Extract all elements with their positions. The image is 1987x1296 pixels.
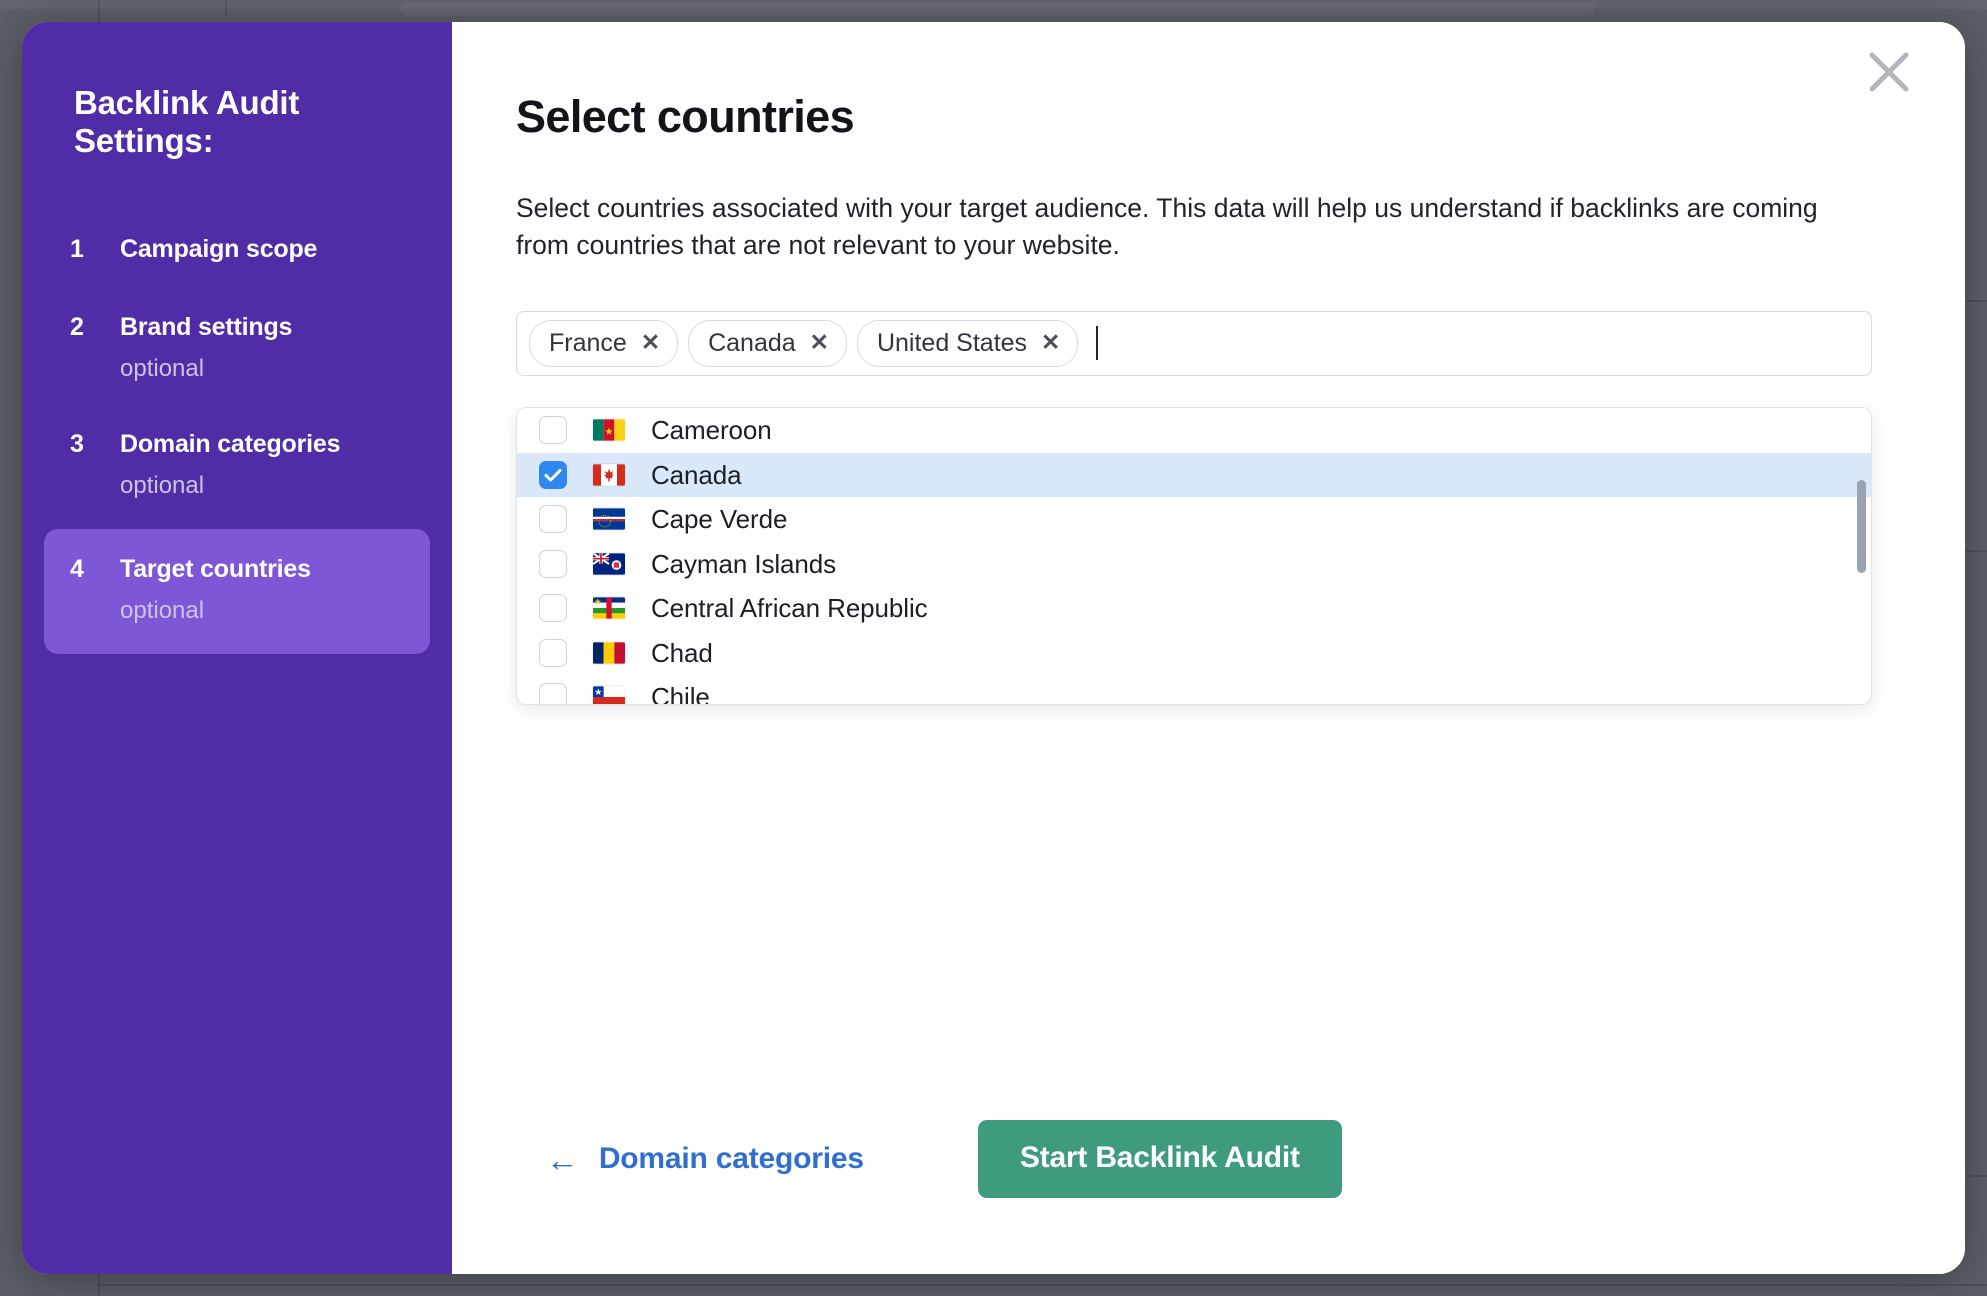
flag-icon-central-african-republic	[593, 597, 625, 619]
list-item-label: Cameroon	[651, 415, 772, 446]
backlink-audit-settings-modal: Backlink Audit Settings: 1 Campaign scop…	[22, 22, 1965, 1274]
list-item-label: Cayman Islands	[651, 548, 837, 579]
backdrop-ghost-divider-2	[225, 0, 227, 16]
list-item-label: Chile	[651, 682, 710, 704]
backdrop-ghost-search	[400, 2, 1595, 16]
tag-label: France	[549, 328, 627, 357]
close-icon[interactable]	[1861, 44, 1917, 100]
step-number: 2	[70, 312, 84, 341]
back-to-domain-categories-link[interactable]: ← Domain categories	[546, 1142, 864, 1176]
countries-tag-input[interactable]: France ✕ Canada ✕ United States ✕	[516, 310, 1872, 376]
sidebar-steps: 1 Campaign scope 2 Brand settings option…	[22, 219, 452, 654]
flag-icon-cayman-islands	[593, 552, 625, 575]
dropdown-scroll-area[interactable]: Cameroon Canada Cape Verde Cayman Island…	[517, 408, 1871, 704]
tag-label: Canada	[708, 328, 796, 357]
checkbox-icon[interactable]	[539, 638, 567, 667]
tag-remove-icon[interactable]: ✕	[641, 331, 660, 354]
modal-footer: ← Domain categories Start Backlink Audit	[516, 1120, 1872, 1198]
step-label: Campaign scope	[120, 234, 318, 263]
list-item[interactable]: Canada	[517, 452, 1871, 497]
flag-icon-chad	[593, 642, 625, 664]
list-item-label: Cape Verde	[651, 504, 788, 535]
checkbox-icon[interactable]	[539, 416, 567, 445]
main-content: Select countries Select countries associ…	[452, 22, 1965, 376]
list-item-label: Canada	[651, 459, 742, 490]
step-optional-badge: optional	[120, 471, 205, 499]
arrow-left-icon: ←	[546, 1140, 579, 1178]
step-number: 4	[70, 554, 84, 583]
list-item-label: Chad	[651, 637, 713, 668]
tag-chip[interactable]: United States ✕	[856, 319, 1079, 367]
list-item[interactable]: Cayman Islands	[517, 542, 1871, 587]
flag-icon-canada	[593, 464, 625, 486]
step-number: 3	[70, 429, 84, 458]
flag-icon-cape-verde	[593, 508, 625, 530]
list-item[interactable]: Central African Republic	[517, 586, 1871, 631]
tag-chip[interactable]: France ✕	[529, 319, 679, 367]
backdrop-ghost-bottomline	[98, 1284, 1987, 1286]
settings-sidebar: Backlink Audit Settings: 1 Campaign scop…	[22, 22, 452, 1274]
list-item-label: Central African Republic	[651, 593, 928, 624]
back-link-label: Domain categories	[598, 1142, 864, 1175]
step-label: Domain categories	[120, 429, 341, 458]
checkbox-icon[interactable]	[539, 505, 567, 534]
step-number: 1	[70, 234, 84, 263]
checkbox-icon[interactable]	[539, 683, 567, 704]
list-item[interactable]: Chad	[517, 631, 1871, 676]
dropdown-scrollbar-thumb[interactable]	[1857, 480, 1866, 573]
step-optional-badge: optional	[120, 354, 205, 382]
step-optional-badge: optional	[120, 596, 205, 624]
tag-label: United States	[876, 328, 1028, 357]
countries-dropdown[interactable]: Cameroon Canada Cape Verde Cayman Island…	[516, 407, 1872, 705]
list-item[interactable]: Chile	[517, 675, 1871, 704]
list-item[interactable]: Cape Verde	[517, 497, 1871, 542]
flag-icon-chile	[593, 686, 625, 704]
step-label: Target countries	[120, 554, 311, 583]
checkbox-icon[interactable]	[539, 460, 567, 489]
tag-remove-icon[interactable]: ✕	[810, 331, 829, 354]
text-caret	[1096, 326, 1099, 361]
start-backlink-audit-button[interactable]: Start Backlink Audit	[977, 1120, 1342, 1198]
dropdown-list: Cameroon Canada Cape Verde Cayman Island…	[517, 408, 1871, 704]
list-item[interactable]: Cameroon	[517, 408, 1871, 453]
sidebar-title: Backlink Audit Settings:	[74, 84, 300, 160]
modal-main-panel: Select countries Select countries associ…	[452, 22, 1965, 1274]
sidebar-item-campaign-scope[interactable]: 1 Campaign scope	[44, 219, 430, 279]
page-title: Select countries	[516, 91, 855, 142]
tag-remove-icon[interactable]: ✕	[1041, 331, 1060, 354]
checkbox-icon[interactable]	[539, 549, 567, 578]
flag-icon-cameroon	[593, 419, 625, 441]
sidebar-item-brand-settings[interactable]: 2 Brand settings optional	[44, 297, 430, 398]
sidebar-item-target-countries[interactable]: 4 Target countries optional	[44, 528, 430, 654]
sidebar-item-domain-categories[interactable]: 3 Domain categories optional	[44, 414, 430, 515]
tag-chip[interactable]: Canada ✕	[688, 319, 847, 367]
page-description: Select countries associated with your ta…	[516, 192, 1818, 261]
step-label: Brand settings	[120, 312, 293, 341]
checkbox-icon[interactable]	[539, 594, 567, 623]
